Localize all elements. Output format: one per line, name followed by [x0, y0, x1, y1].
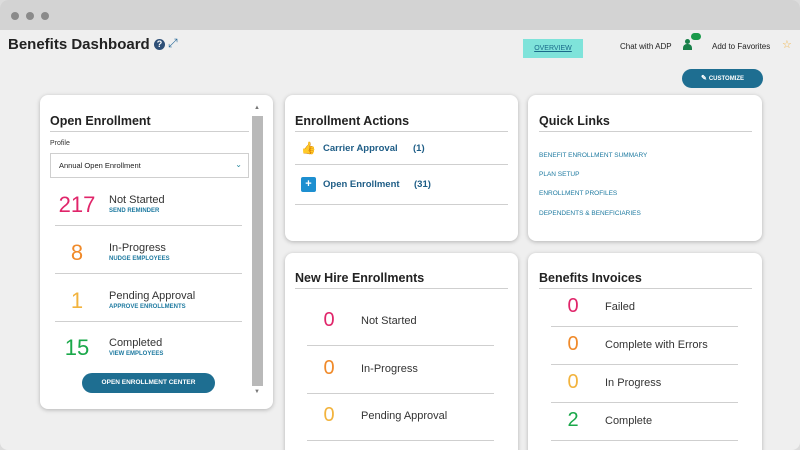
invoices-errors-label: Complete with Errors	[605, 339, 708, 351]
invoices-complete-count: 2	[567, 409, 579, 431]
divider	[55, 273, 242, 274]
divider	[307, 440, 494, 441]
page-title: Benefits Dashboard	[8, 36, 150, 53]
overview-tab[interactable]: OVERVIEW	[523, 39, 583, 58]
not-started-count: 217	[58, 192, 96, 217]
browser-window: Benefits Dashboard ? ⤢ OVERVIEW Chat wit…	[0, 0, 800, 450]
quick-links-card: Quick Links BENEFIT ENROLLMENT SUMMARY P…	[528, 95, 762, 241]
customize-label: CUSTOMIZE	[708, 76, 745, 82]
invoices-complete-label: Complete	[605, 415, 653, 427]
chevron-down-icon: ⌄	[235, 160, 242, 169]
new-hire-pending-approval-label: Pending Approval	[361, 410, 448, 422]
divider	[539, 131, 752, 132]
divider	[55, 321, 242, 322]
carrier-approval-link[interactable]: Carrier Approval	[323, 143, 398, 154]
help-icon[interactable]: ?	[154, 39, 165, 50]
window-dot-icon[interactable]	[11, 12, 19, 20]
pending-approval-count: 1	[70, 288, 84, 313]
profile-select-value: Annual Open Enrollment	[59, 161, 141, 170]
divider	[50, 131, 249, 132]
chat-person-icon[interactable]	[683, 39, 692, 50]
star-icon[interactable]: ☆	[782, 38, 792, 51]
invoices-failed-count: 0	[567, 295, 579, 317]
divider	[551, 402, 738, 403]
approve-enrollments-link[interactable]: APPROVE ENROLLMENTS	[109, 304, 186, 310]
scrollbar[interactable]: ▲ ▼	[252, 105, 263, 400]
scroll-up-icon[interactable]: ▲	[254, 105, 260, 111]
expand-icon[interactable]: ⤢	[168, 36, 178, 51]
benefit-enrollment-summary-link[interactable]: BENEFIT ENROLLMENT SUMMARY	[539, 152, 647, 159]
divider	[307, 345, 494, 346]
pending-approval-label: Pending Approval	[109, 290, 196, 302]
quick-links-title: Quick Links	[539, 114, 610, 128]
enrollment-profiles-link[interactable]: ENROLLMENT PROFILES	[539, 190, 617, 197]
carrier-approval-count: (1)	[413, 143, 425, 154]
divider	[551, 364, 738, 365]
scrollbar-thumb[interactable]	[252, 116, 263, 386]
completed-count: 15	[64, 335, 90, 360]
chat-with-adp-link[interactable]: Chat with ADP	[620, 42, 672, 51]
chat-bubble-icon	[691, 33, 701, 40]
invoices-in-progress-label: In Progress	[605, 377, 662, 389]
divider	[539, 288, 752, 289]
new-hire-title: New Hire Enrollments	[295, 271, 425, 285]
thumbs-up-icon: 👍	[301, 141, 316, 155]
profile-select[interactable]: Annual Open Enrollment ⌄	[50, 153, 249, 178]
new-hire-not-started-label: Not Started	[361, 315, 417, 327]
divider	[307, 393, 494, 394]
divider	[551, 440, 738, 441]
in-progress-label: In-Progress	[109, 242, 166, 254]
window-titlebar	[0, 0, 800, 30]
open-enrollment-card: Open Enrollment Profile Annual Open Enro…	[40, 95, 273, 409]
new-hire-pending-approval-count: 0	[323, 404, 335, 426]
pencil-icon: ✎	[700, 75, 707, 82]
open-enrollment-count: (31)	[414, 179, 431, 190]
enrollment-actions-title: Enrollment Actions	[295, 114, 410, 128]
new-hire-in-progress-count: 0	[323, 357, 335, 379]
scroll-down-icon[interactable]: ▼	[254, 389, 260, 395]
divider	[295, 288, 508, 289]
divider	[295, 131, 508, 132]
not-started-label: Not Started	[109, 194, 165, 206]
open-enrollment-title: Open Enrollment	[50, 114, 151, 128]
window-dot-icon[interactable]	[41, 12, 49, 20]
invoices-failed-label: Failed	[605, 301, 635, 313]
divider	[55, 225, 242, 226]
divider	[551, 326, 738, 327]
send-reminder-link[interactable]: SEND REMINDER	[109, 208, 159, 214]
window-dot-icon[interactable]	[26, 12, 34, 20]
dependents-beneficiaries-link[interactable]: DEPENDENTS & BENEFICIARIES	[539, 210, 641, 217]
profile-label: Profile	[50, 140, 70, 147]
open-enrollment-center-button[interactable]: OPEN ENROLLMENT CENTER	[82, 373, 215, 393]
benefits-invoices-title: Benefits Invoices	[539, 271, 642, 285]
open-enrollment-link[interactable]: Open Enrollment	[323, 179, 400, 190]
new-hire-in-progress-label: In-Progress	[361, 363, 418, 375]
new-hire-not-started-count: 0	[323, 309, 335, 331]
customize-button[interactable]: ✎ CUSTOMIZE	[682, 69, 763, 88]
new-hire-enrollments-card: New Hire Enrollments 0 Not Started 0 In-…	[285, 253, 518, 450]
invoices-in-progress-count: 0	[567, 371, 579, 393]
benefits-invoices-card: Benefits Invoices 0 Failed 0 Complete wi…	[528, 253, 762, 450]
nudge-employees-link[interactable]: NUDGE EMPLOYEES	[109, 256, 170, 262]
plan-setup-link[interactable]: PLAN SETUP	[539, 171, 579, 178]
in-progress-count: 8	[70, 240, 84, 265]
completed-label: Completed	[109, 337, 163, 349]
invoices-errors-count: 0	[567, 333, 579, 355]
enrollment-actions-card: Enrollment Actions 👍 Carrier Approval (1…	[285, 95, 518, 241]
add-to-favorites-link[interactable]: Add to Favorites	[712, 42, 770, 51]
divider	[295, 164, 508, 165]
view-employees-link[interactable]: VIEW EMPLOYEES	[109, 351, 163, 357]
divider	[295, 204, 508, 205]
medical-case-icon: +	[301, 177, 316, 192]
